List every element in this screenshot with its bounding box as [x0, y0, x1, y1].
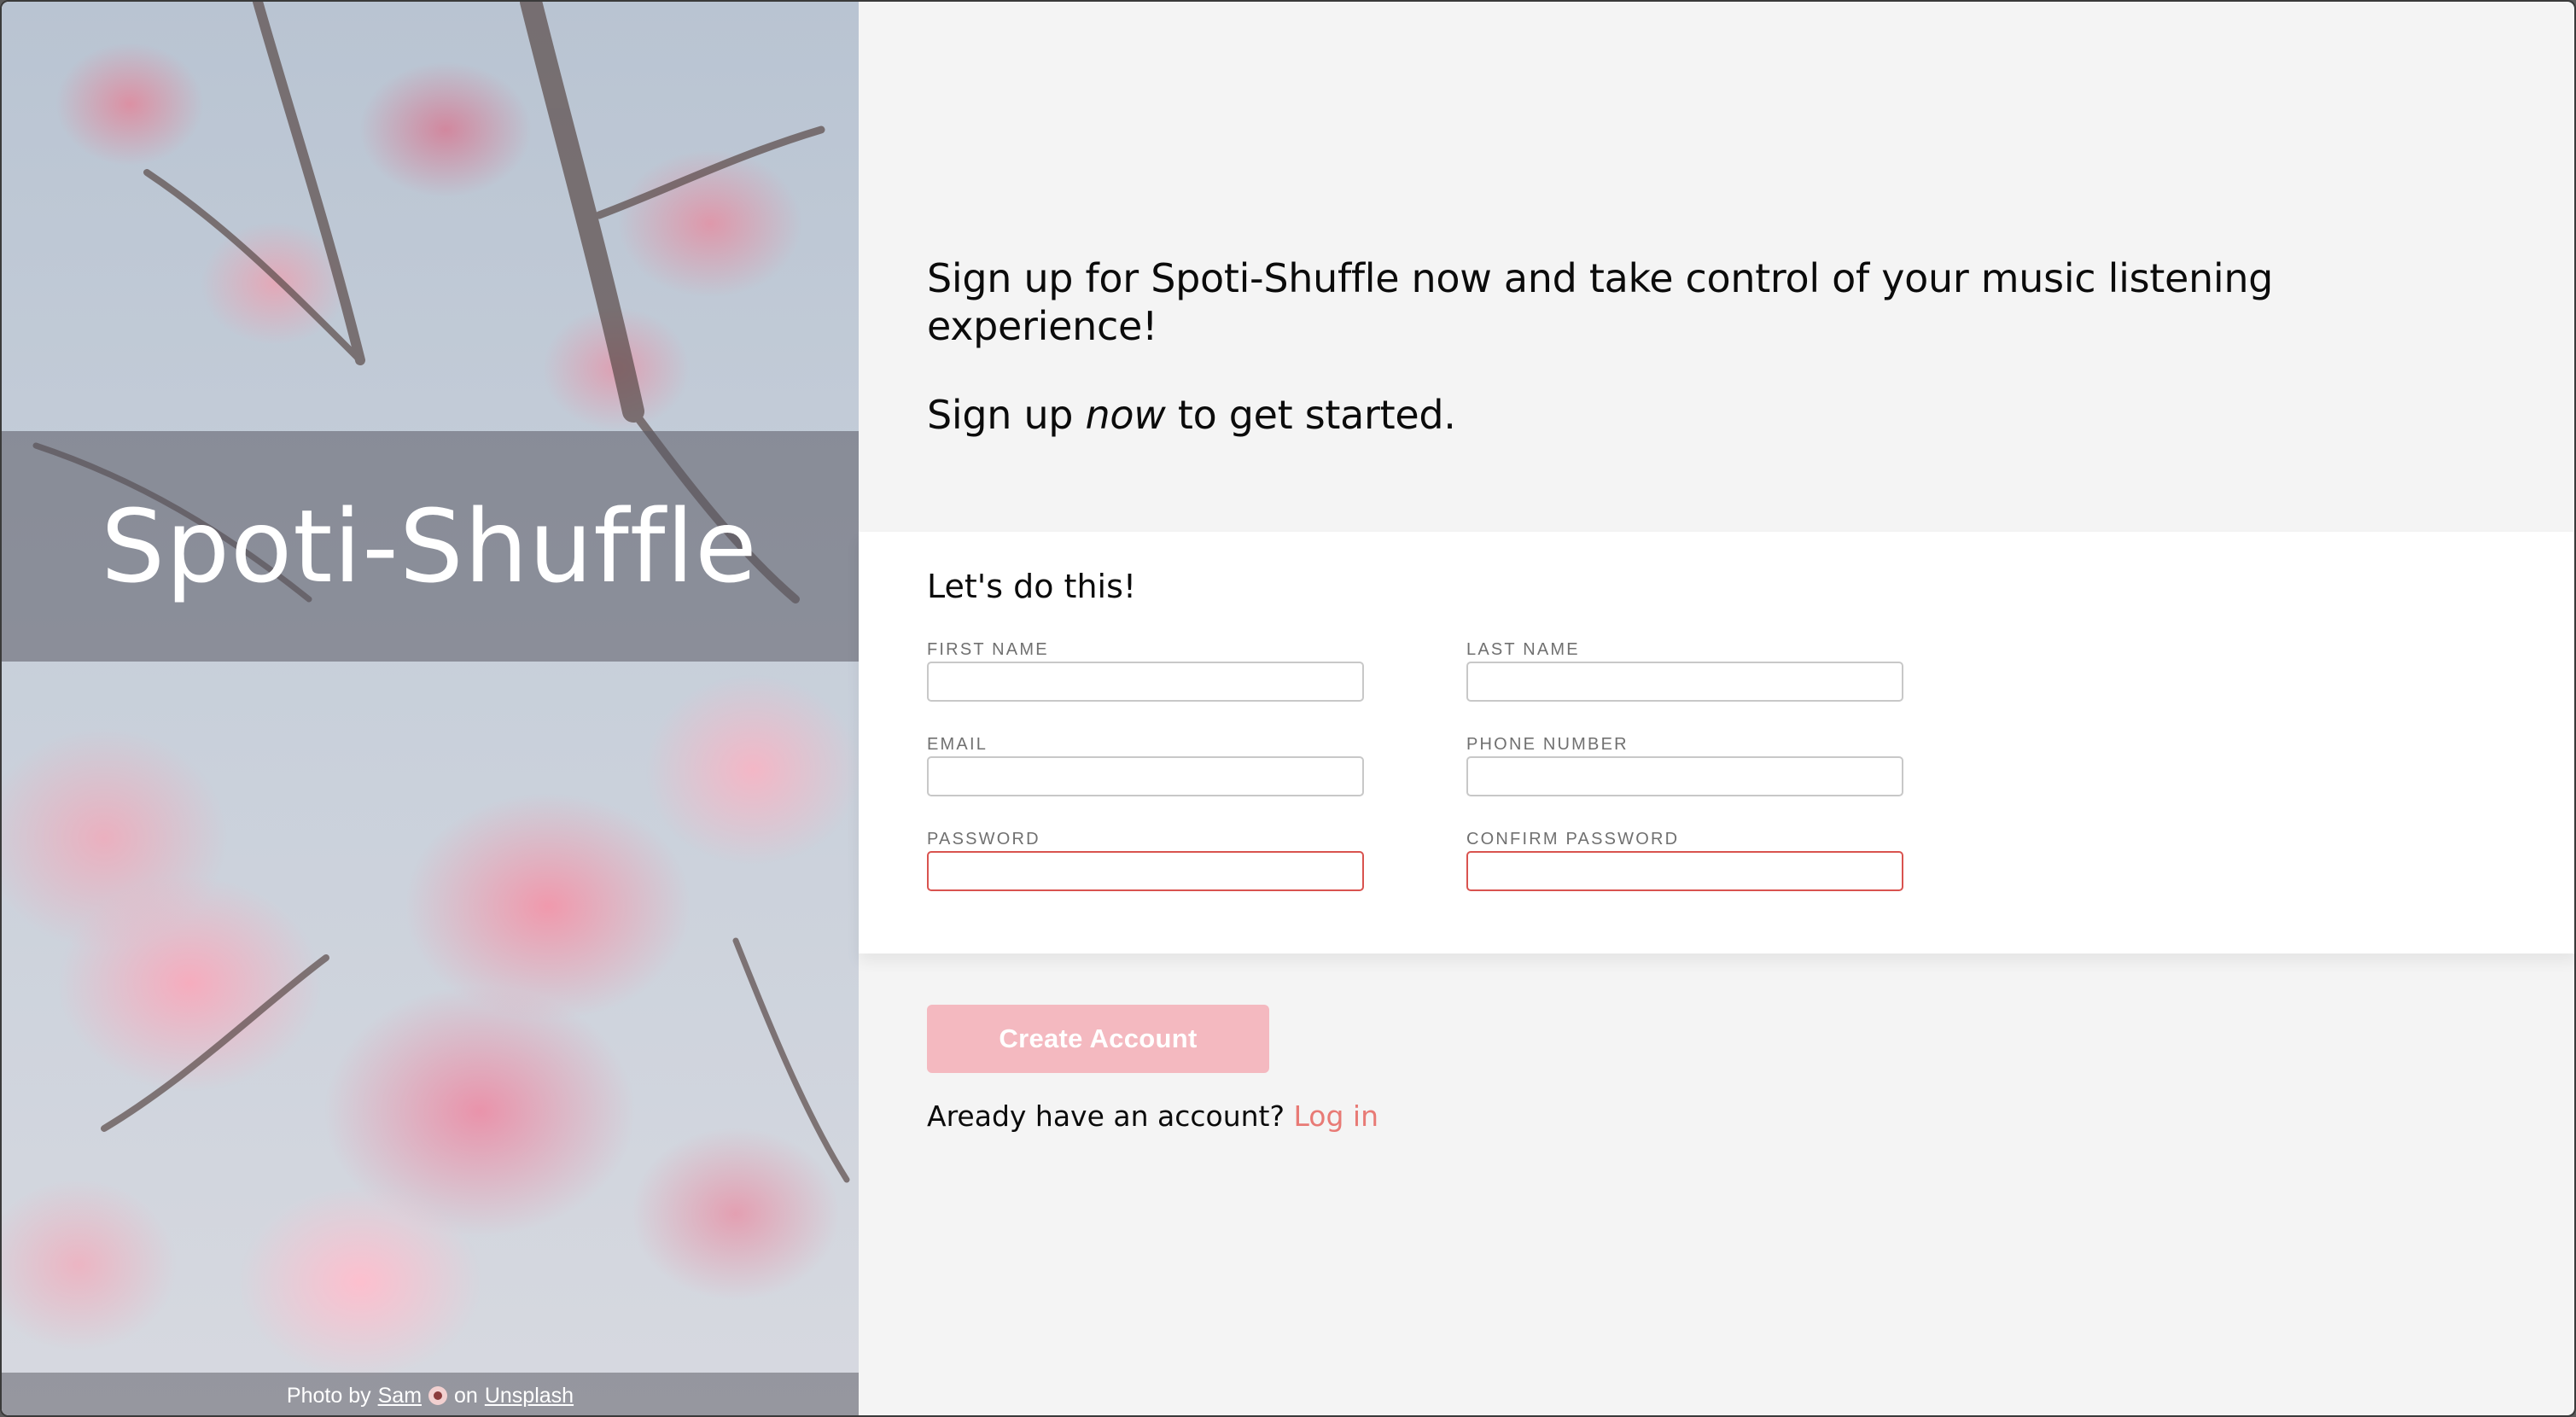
intro-cta: Sign up now to get started.	[927, 391, 2378, 439]
credit-source-link[interactable]: Unsplash	[485, 1384, 574, 1408]
brand-band: Spoti-Shuffle	[2, 431, 859, 662]
confirm-password-input[interactable]	[1466, 851, 1903, 891]
intro-cta-before: Sign up	[927, 392, 1086, 438]
login-prompt-row: Aready have an account? Log in	[927, 1099, 1378, 1133]
last-name-label: LAST NAME	[1466, 640, 1580, 659]
last-name-group: LAST NAME	[1466, 640, 1903, 702]
credit-author-link[interactable]: Sam	[378, 1384, 422, 1408]
credit-prefix: Photo by	[286, 1383, 371, 1408]
main-panel: Sign up for Spoti-Shuffle now and take c…	[859, 2, 2574, 1415]
create-account-button[interactable]: Create Account	[927, 1005, 1269, 1073]
first-name-label: FIRST NAME	[927, 640, 1049, 659]
camera-emoji-icon	[428, 1386, 448, 1405]
login-prompt-text: Aready have an account?	[927, 1099, 1285, 1133]
password-label: PASSWORD	[927, 830, 1040, 848]
intro-cta-after: to get started.	[1165, 392, 1456, 438]
photo-credit: Photo by Sam on Unsplash	[2, 1373, 859, 1415]
credit-middle: on	[454, 1383, 478, 1408]
phone-label: PHONE NUMBER	[1466, 735, 1629, 754]
signup-form-card: Let's do this! FIRST NAME LAST NAME EMAI…	[859, 532, 2574, 953]
confirm-password-label: CONFIRM PASSWORD	[1466, 830, 1680, 848]
intro-headline: Sign up for Spoti-Shuffle now and take c…	[927, 255, 2274, 349]
phone-input[interactable]	[1466, 756, 1903, 796]
email-label: EMAIL	[927, 735, 988, 754]
password-group: PASSWORD	[927, 830, 1364, 891]
app-window: Spoti-Shuffle Photo by Sam on Unsplash S…	[0, 0, 2576, 1417]
intro-cta-emphasis: now	[1085, 392, 1166, 438]
form-title: Let's do this!	[927, 568, 1137, 605]
first-name-input[interactable]	[927, 662, 1364, 702]
brand-title: Spoti-Shuffle	[101, 487, 758, 605]
confirm-password-group: CONFIRM PASSWORD	[1466, 830, 1903, 891]
first-name-group: FIRST NAME	[927, 640, 1364, 702]
login-link[interactable]: Log in	[1293, 1099, 1378, 1133]
intro-section: Sign up for Spoti-Shuffle now and take c…	[927, 254, 2378, 439]
email-group: EMAIL	[927, 735, 1364, 796]
hero-image: Spoti-Shuffle Photo by Sam on Unsplash	[2, 2, 859, 1415]
phone-group: PHONE NUMBER	[1466, 735, 1903, 796]
branch-illustration	[32, 2, 850, 1183]
email-input[interactable]	[927, 756, 1364, 796]
last-name-input[interactable]	[1466, 662, 1903, 702]
password-input[interactable]	[927, 851, 1364, 891]
